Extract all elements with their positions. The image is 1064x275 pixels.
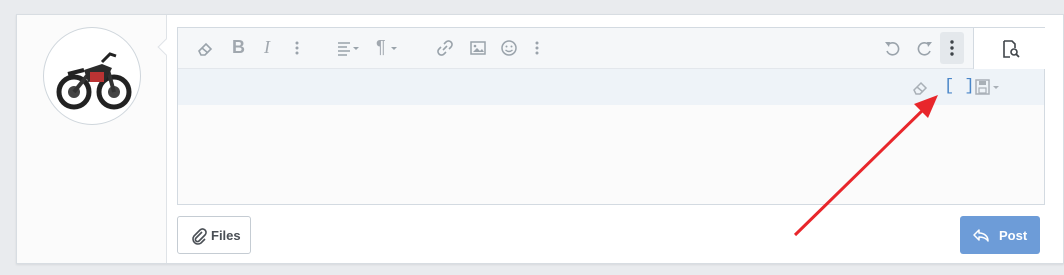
files-label: Files: [211, 228, 241, 243]
eraser-icon[interactable]: [911, 78, 929, 96]
paperclip-icon: [190, 227, 208, 245]
message-textarea[interactable]: [178, 105, 1044, 204]
reply-card: B I ¶ [] Files Post: [16, 14, 1064, 264]
undo-icon[interactable]: [883, 39, 901, 57]
editor-toolbar: B I ¶: [178, 28, 973, 69]
vertical-ellipsis-icon[interactable]: [288, 39, 306, 57]
reply-arrow-icon: [972, 226, 990, 244]
user-column: [17, 15, 167, 263]
document-search-icon: [1000, 39, 1020, 59]
avatar[interactable]: [43, 27, 141, 125]
link-icon[interactable]: [436, 39, 454, 57]
chevron-down-icon: [388, 39, 400, 57]
message-editor[interactable]: B I ¶ []: [177, 27, 1045, 205]
post-label: Post: [999, 228, 1028, 243]
floppy-disk-icon[interactable]: [974, 78, 1002, 96]
redo-icon[interactable]: [916, 39, 934, 57]
vertical-ellipsis-icon[interactable]: [528, 39, 546, 57]
vertical-ellipsis-icon: [950, 40, 954, 56]
eraser-icon[interactable]: [196, 39, 214, 57]
bbcode-toggle-button[interactable]: [ ]: [944, 77, 975, 96]
paragraph-format-button[interactable]: ¶: [376, 37, 386, 57]
post-button[interactable]: Post: [960, 216, 1040, 254]
bold-button[interactable]: B: [232, 37, 245, 57]
files-button[interactable]: Files: [177, 216, 251, 254]
smiley-icon[interactable]: [500, 39, 518, 57]
align-left-icon[interactable]: [336, 39, 362, 57]
preview-tab[interactable]: [973, 28, 1045, 69]
editor-subbar: [ ]: [178, 69, 1044, 105]
italic-button[interactable]: I: [264, 37, 270, 57]
motorcycle-image: [56, 52, 132, 110]
image-icon[interactable]: [469, 39, 487, 57]
more-options-button[interactable]: [940, 32, 964, 64]
